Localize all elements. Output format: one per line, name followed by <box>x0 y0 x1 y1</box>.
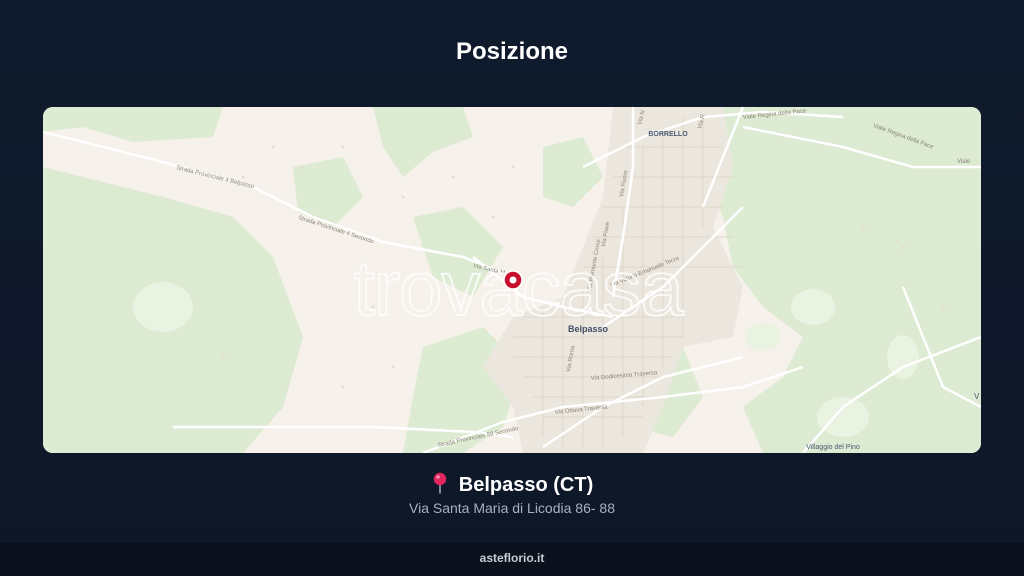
road-label: Viale <box>957 159 971 165</box>
footer-site-link[interactable]: asteflorio.it <box>480 551 545 565</box>
place-label-borrello: BORRELLO <box>648 131 688 138</box>
location-marker-icon[interactable] <box>503 270 523 290</box>
place-label-villaggio: Villaggio del Pino <box>806 444 860 451</box>
footer-bar: asteflorio.it <box>0 543 1024 576</box>
location-line: Belpasso (CT) <box>0 472 1024 497</box>
location-address: Via Santa Maria di Licodia 86- 88 <box>409 500 615 516</box>
map-view[interactable]: Strada Provinciale 4 Belpasso Strada Pro… <box>43 107 981 453</box>
location-name: Belpasso (CT) <box>458 474 594 496</box>
place-label-edge: V <box>974 392 980 401</box>
watermark-logo: trovacasa <box>353 244 684 332</box>
place-label-belpasso: Belpasso <box>568 324 609 334</box>
map-canvas: Strada Provinciale 4 Belpasso Strada Pro… <box>43 107 981 453</box>
page-title: Posizione <box>455 38 569 65</box>
round-pushpin-icon <box>433 472 446 494</box>
